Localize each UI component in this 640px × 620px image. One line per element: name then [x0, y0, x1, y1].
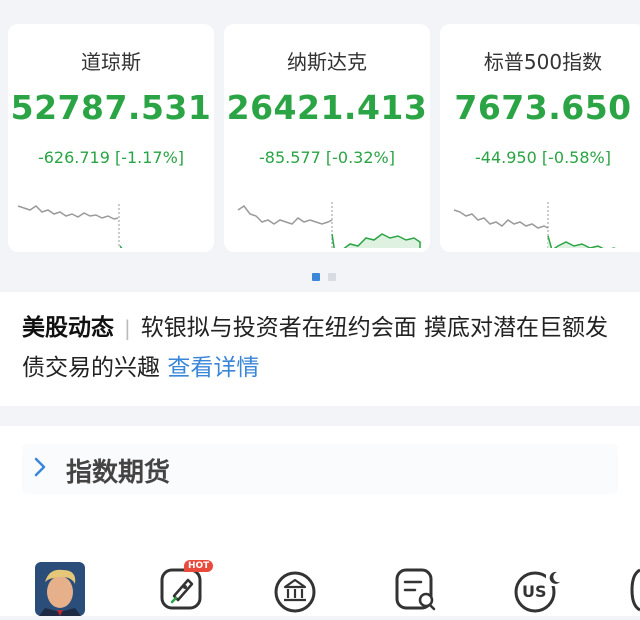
- avatar[interactable]: [35, 562, 85, 616]
- avatar-image: [35, 562, 85, 616]
- index-change: -626.719 [-1.17%]: [37, 148, 185, 167]
- document-search-icon: [395, 568, 436, 611]
- index-futures-row[interactable]: 指数期货: [22, 444, 618, 494]
- index-card-sp500[interactable]: 标普500指数 7673.650 -44.950 [-0.58%]: [440, 24, 640, 252]
- index-futures-label: 指数期货: [66, 458, 171, 488]
- index-sparkline: [237, 202, 422, 248]
- partial-next-icon[interactable]: [628, 564, 640, 616]
- news-divider: |: [124, 316, 131, 340]
- index-sparkline: [17, 204, 123, 248]
- chevron-right-icon: [34, 457, 46, 477]
- us-stock-news-section: 美股动态 | 软银拟与投资者在纽约会面 摸底对潜在巨额发债交易的兴趣 查看详情: [0, 292, 640, 406]
- carousel-dot-active: [312, 273, 320, 281]
- index-change: -44.950 [-0.58%]: [475, 148, 611, 167]
- index-name: 标普500指数: [483, 50, 603, 74]
- hot-badge: HOT: [184, 560, 214, 572]
- news-view-details-link[interactable]: 查看详情: [167, 355, 259, 381]
- index-price: 26421.413: [226, 88, 428, 127]
- bank-icon: [274, 571, 316, 613]
- news-tag: 美股动态: [22, 315, 114, 341]
- bottom-shortcuts: HOT US: [0, 508, 640, 616]
- index-sparkline: [453, 202, 616, 248]
- index-card-dow[interactable]: 道琼斯 52787.531 -626.719 [-1.17%]: [8, 24, 214, 252]
- carousel-dot: [328, 273, 337, 281]
- index-cards-carousel[interactable]: 道琼斯 52787.531 -626.719 [-1.17%] 纳斯达克 264…: [0, 0, 640, 292]
- carousel-indicator: [312, 266, 339, 285]
- research-button[interactable]: [392, 562, 442, 616]
- index-price: 7673.650: [454, 88, 632, 127]
- index-name: 道琼斯: [81, 50, 141, 74]
- overflow-icon: [630, 568, 640, 612]
- index-futures-section: 指数期货: [0, 426, 640, 508]
- index-price: 52787.531: [10, 88, 212, 127]
- us-market-button[interactable]: US: [510, 562, 560, 616]
- us-label: US: [522, 582, 547, 601]
- bank-button[interactable]: [272, 562, 322, 616]
- index-change: -85.577 [-0.32%]: [259, 148, 395, 167]
- news-ticker: 美股动态 | 软银拟与投资者在纽约会面 摸底对潜在巨额发债交易的兴趣 查看详情: [22, 308, 622, 388]
- index-name: 纳斯达克: [287, 50, 367, 74]
- index-card-nasdaq[interactable]: 纳斯达克 26421.413 -85.577 [-0.32%]: [224, 24, 430, 252]
